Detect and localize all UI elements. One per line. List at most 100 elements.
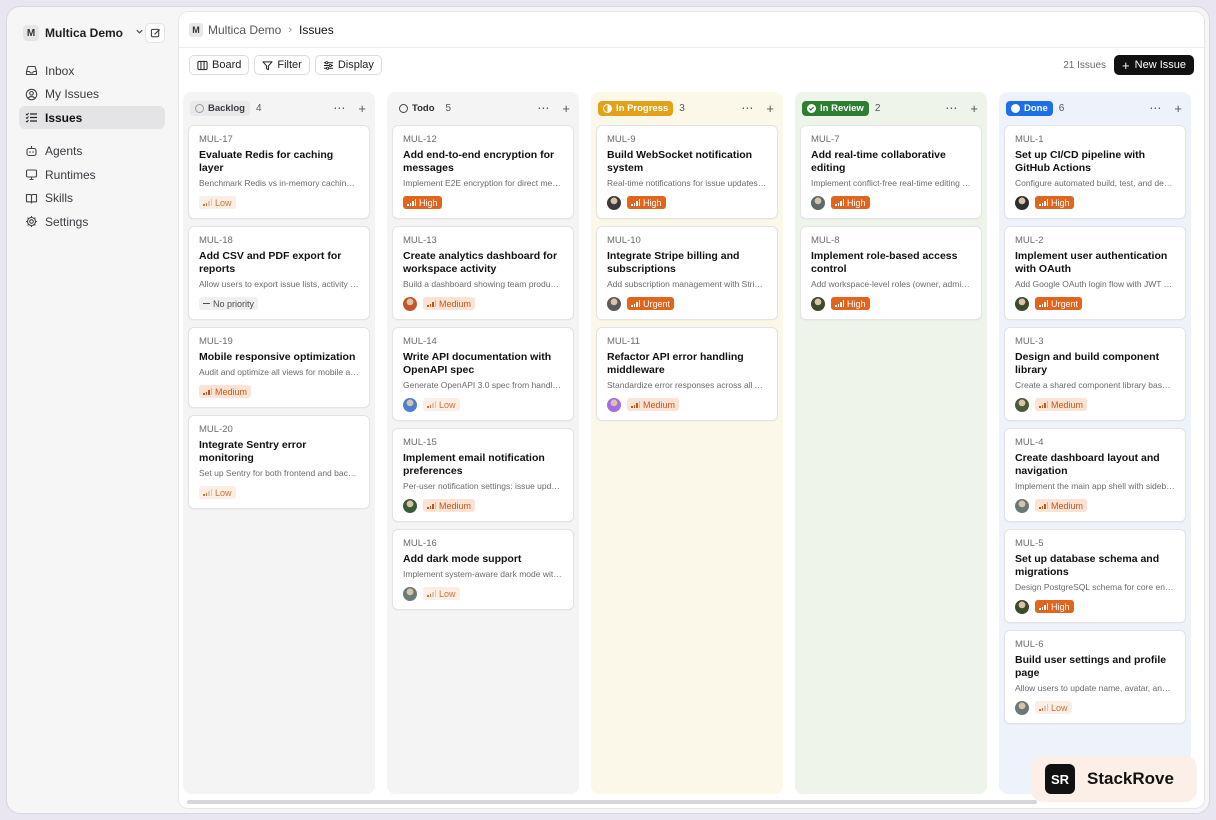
assignee-avatar[interactable] (607, 397, 621, 412)
issue-card[interactable]: MUL-11 Refactor API error handling middle… (596, 327, 778, 421)
column-in-review: In Review 2 ⋯ + MUL-7 Add real-time collabora… (795, 92, 987, 794)
priority-high-badge[interactable]: High (1035, 196, 1074, 209)
assignee-avatar[interactable] (607, 296, 621, 311)
assignee-avatar[interactable] (1015, 397, 1029, 412)
issue-card[interactable]: MUL-4 Create dashboard layout and navigat… (1004, 428, 1186, 522)
priority-label: High (1051, 197, 1070, 208)
filter-button[interactable]: Filter (254, 55, 310, 75)
issue-card[interactable]: MUL-17 Evaluate Redis for caching layer Be… (188, 125, 370, 219)
priority-bars-icon (1039, 300, 1048, 307)
priority-bars-icon (407, 199, 416, 206)
issue-id: MUL-15 (403, 437, 437, 448)
sidebar-item-skills[interactable]: Skills (19, 187, 165, 210)
issue-card[interactable]: MUL-19 Mobile responsive optimization Audi… (188, 327, 370, 408)
assignee-avatar[interactable] (1015, 599, 1029, 614)
issue-description: Implement conflict-free real-time editin… (811, 178, 971, 188)
more-options-icon[interactable]: ⋯ (1149, 101, 1162, 115)
assignee-avatar[interactable] (811, 296, 825, 311)
sidebar-item-issues[interactable]: Issues (19, 106, 165, 129)
column-header: Todo 5 ⋯ + (392, 98, 574, 118)
issue-card[interactable]: MUL-5 Set up database schema and migratio… (1004, 529, 1186, 623)
issue-card[interactable]: MUL-13 Create analytics dashboard for wor… (392, 226, 574, 320)
priority-high-badge[interactable]: High (1035, 600, 1074, 613)
add-issue-icon[interactable]: + (766, 101, 774, 116)
add-issue-icon[interactable]: + (970, 101, 978, 116)
assignee-avatar[interactable] (1015, 195, 1029, 210)
sidebar-item-inbox[interactable]: Inbox (19, 59, 165, 82)
issue-meta: Medium (607, 397, 767, 412)
more-options-icon[interactable]: ⋯ (333, 101, 346, 115)
priority-label: Medium (215, 386, 248, 397)
add-issue-icon[interactable]: + (358, 101, 366, 116)
priority-low-badge[interactable]: Low (199, 196, 236, 209)
priority-high-badge[interactable]: High (831, 196, 870, 209)
issue-card[interactable]: MUL-3 Design and build component library C… (1004, 327, 1186, 421)
issue-id: MUL-12 (403, 134, 437, 145)
issue-card[interactable]: MUL-7 Add real-time collaborative editing… (800, 125, 982, 219)
priority-none-badge[interactable]: No priority (199, 297, 259, 310)
horizontal-scrollbar[interactable] (187, 800, 1037, 804)
assignee-avatar[interactable] (403, 397, 417, 412)
workspace-switcher[interactable]: M Multica Demo (19, 21, 165, 45)
assignee-avatar[interactable] (403, 586, 417, 601)
issue-meta: Low (403, 586, 563, 601)
more-options-icon[interactable]: ⋯ (741, 101, 754, 115)
priority-medium-badge[interactable]: Medium (1035, 398, 1088, 411)
issue-card[interactable]: MUL-15 Implement email notification prefe… (392, 428, 574, 522)
priority-bars-icon (1039, 401, 1048, 408)
issue-card[interactable]: MUL-20 Integrate Sentry error monitoring S… (188, 415, 370, 509)
add-issue-icon[interactable]: + (562, 101, 570, 116)
priority-label: High (847, 298, 866, 309)
priority-low-badge[interactable]: Low (423, 398, 460, 411)
display-button[interactable]: Display (314, 55, 382, 75)
sidebar-item-settings[interactable]: Settings (19, 210, 165, 233)
add-issue-icon[interactable]: + (1174, 101, 1182, 116)
priority-medium-badge[interactable]: Medium (423, 297, 476, 310)
assignee-avatar[interactable] (811, 195, 825, 210)
issue-id: MUL-6 (1015, 639, 1044, 650)
issue-card[interactable]: MUL-18 Add CSV and PDF export for reports… (188, 226, 370, 320)
priority-low-badge[interactable]: Low (1035, 701, 1072, 714)
more-options-icon[interactable]: ⋯ (537, 101, 550, 115)
priority-high-badge[interactable]: High (403, 196, 442, 209)
assignee-avatar[interactable] (403, 296, 417, 311)
priority-bars-icon (1039, 704, 1048, 711)
priority-urgent-badge[interactable]: Urgent (627, 297, 675, 310)
priority-medium-badge[interactable]: Medium (423, 499, 476, 512)
issue-description: Add workspace-level roles (owner, admin,… (811, 279, 971, 289)
more-options-icon[interactable]: ⋯ (945, 101, 958, 115)
sidebar-item-label: Settings (45, 214, 89, 229)
filter-icon (262, 60, 273, 70)
issue-card[interactable]: MUL-8 Implement role-based access control… (800, 226, 982, 320)
issue-card[interactable]: MUL-2 Implement user authentication with … (1004, 226, 1186, 320)
priority-low-badge[interactable]: Low (199, 486, 236, 499)
priority-medium-badge[interactable]: Medium (199, 385, 252, 398)
issue-card[interactable]: MUL-16 Add dark mode support Implement sys… (392, 529, 574, 610)
sidebar-item-runtimes[interactable]: Runtimes (19, 163, 165, 186)
issue-card[interactable]: MUL-6 Build user settings and profile pag… (1004, 630, 1186, 724)
issue-card[interactable]: MUL-9 Build WebSocket notification system… (596, 125, 778, 219)
priority-urgent-badge[interactable]: Urgent (1035, 297, 1083, 310)
breadcrumb-workspace[interactable]: Multica Demo (208, 23, 281, 37)
assignee-avatar[interactable] (403, 498, 417, 513)
priority-medium-badge[interactable]: Medium (627, 398, 680, 411)
issue-card[interactable]: MUL-1 Set up CI/CD pipeline with GitHub A… (1004, 125, 1186, 219)
column-count: 6 (1058, 102, 1065, 114)
priority-medium-badge[interactable]: Medium (1035, 499, 1088, 512)
assignee-avatar[interactable] (1015, 700, 1029, 715)
priority-high-badge[interactable]: High (627, 196, 666, 209)
board-view-button[interactable]: Board (189, 55, 250, 75)
sidebar-item-my-issues[interactable]: My Issues (19, 83, 165, 106)
priority-high-badge[interactable]: High (831, 297, 870, 310)
issue-card[interactable]: MUL-14 Write API documentation with OpenA… (392, 327, 574, 421)
assignee-avatar[interactable] (1015, 296, 1029, 311)
sidebar-item-agents[interactable]: Agents (19, 140, 165, 163)
priority-low-badge[interactable]: Low (423, 587, 460, 600)
new-issue-button[interactable]: + New Issue (1114, 55, 1194, 75)
assignee-avatar[interactable] (1015, 498, 1029, 513)
issue-card[interactable]: MUL-10 Integrate Stripe billing and subsc… (596, 226, 778, 320)
compose-icon[interactable] (145, 23, 165, 43)
assignee-avatar[interactable] (607, 195, 621, 210)
issue-card[interactable]: MUL-12 Add end-to-end encryption for mess… (392, 125, 574, 219)
priority-label: Urgent (1051, 298, 1079, 309)
